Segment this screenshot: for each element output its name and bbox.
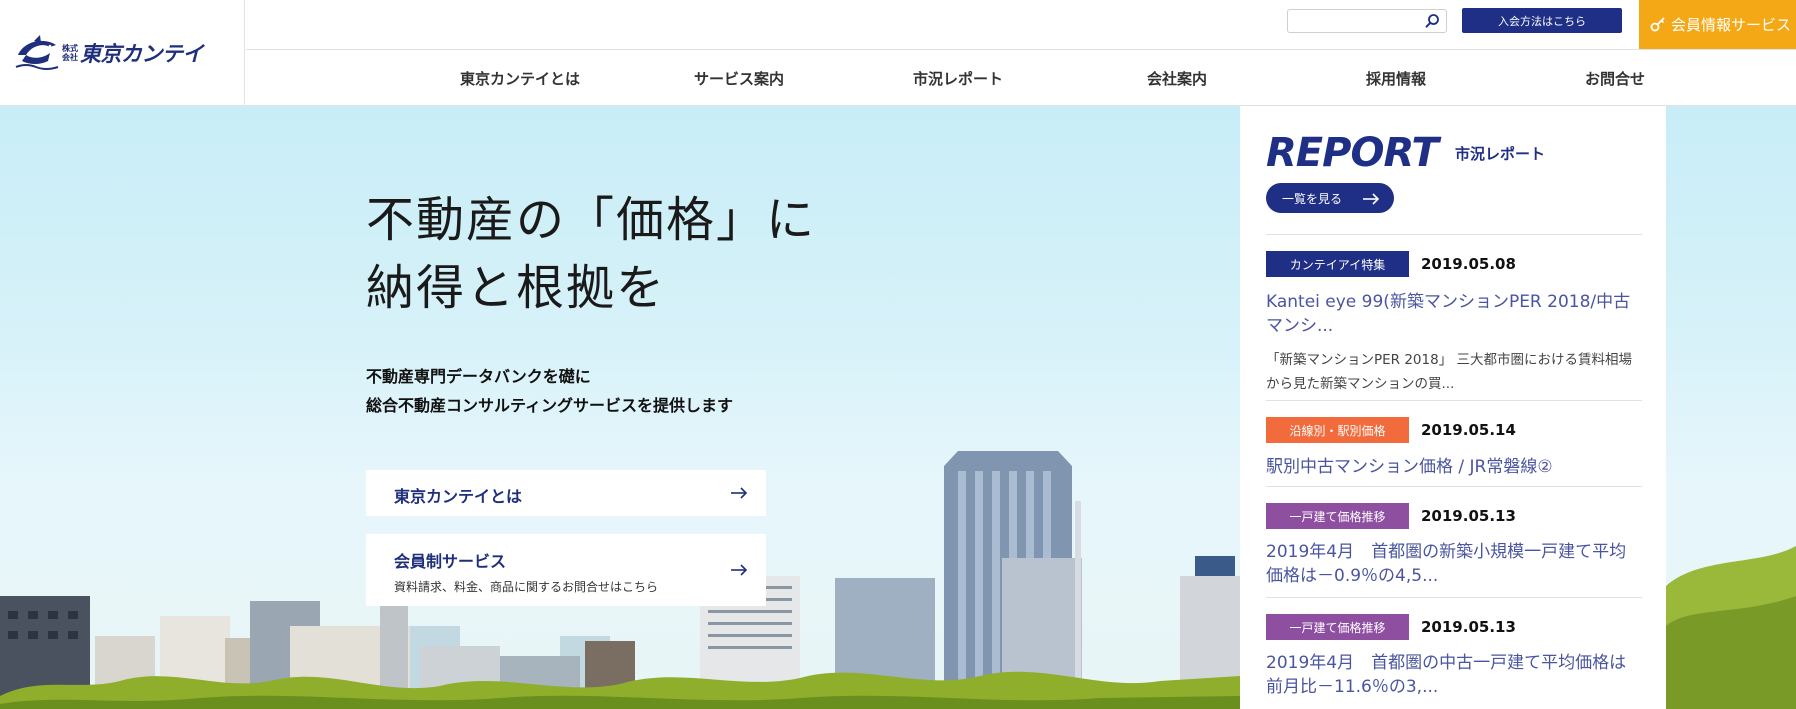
- hero-subtext: 不動産専門データバンクを礎に 総合不動産コンサルティングサービスを提供します: [366, 362, 733, 420]
- report-category-tag: 沿線別・駅別価格: [1266, 417, 1409, 443]
- report-title-link[interactable]: Kantei eye 99(新築マンションPER 2018/中古マンシ...: [1266, 290, 1642, 338]
- nav-item-about[interactable]: 東京カンテイとは: [440, 51, 600, 106]
- report-view-all-button[interactable]: 一覧を見る: [1266, 183, 1394, 213]
- report-category-tag: 一戸建て価格推移: [1266, 614, 1409, 640]
- nav-item-services[interactable]: サービス案内: [659, 51, 819, 106]
- arrow-right-icon: [731, 564, 748, 576]
- member-service-cta-desc: 資料請求、料金、商品に関するお問合せはこちら: [394, 580, 659, 594]
- report-subtitle: 市況レポート: [1455, 145, 1546, 163]
- site-header: 株式 会社 東京カンテイ 入会方法はこちら 会員情報サービス 東京カンテイとは …: [0, 0, 1796, 106]
- hero-headline: 不動産の「価格」に 納得と根拠を: [366, 186, 816, 322]
- nav-item-contact[interactable]: お問合せ: [1535, 51, 1695, 106]
- member-service-cta-label: 会員制サービス: [394, 552, 507, 571]
- hero-subtext-line2: 総合不動産コンサルティングサービスを提供します: [366, 396, 734, 415]
- about-cta-button[interactable]: 東京カンテイとは: [366, 470, 766, 516]
- arrow-right-icon: [731, 487, 748, 499]
- report-category-tag: カンテイアイ特集: [1266, 251, 1409, 277]
- magnifier-icon[interactable]: [1424, 13, 1440, 29]
- logo-prefix: 株式 会社: [62, 44, 78, 62]
- logo[interactable]: 株式 会社 東京カンテイ: [0, 0, 245, 106]
- dolphin-logo-icon: [15, 35, 59, 70]
- report-panel: REPORT 市況レポート 一覧を見る カンテイアイ特集 2019.05.08 …: [1240, 106, 1666, 709]
- key-icon: [1650, 16, 1665, 31]
- report-list-item[interactable]: 沿線別・駅別価格 2019.05.14 駅別中古マンション価格 / JR常磐線②: [1266, 400, 1642, 486]
- report-title-link[interactable]: 駅別中古マンション価格 / JR常磐線②: [1266, 455, 1642, 479]
- nav-item-company[interactable]: 会社案内: [1097, 51, 1257, 106]
- report-view-all-label: 一覧を見る: [1282, 191, 1343, 206]
- hero-headline-line2: 納得と根拠を: [366, 260, 667, 316]
- report-category-tag: 一戸建て価格推移: [1266, 503, 1409, 529]
- report-list-item[interactable]: カンテイアイ特集 2019.05.08 Kantei eye 99(新築マンショ…: [1266, 234, 1642, 400]
- report-excerpt: 「新築マンションPER 2018」 三大都市圏における賃料相場から見た新築マンシ…: [1266, 352, 1632, 392]
- nav-item-market-report[interactable]: 市況レポート: [878, 51, 1038, 106]
- logo-wordmark: 東京カンテイ: [80, 42, 204, 66]
- report-date: 2019.05.13: [1421, 618, 1516, 636]
- member-service-button[interactable]: 会員情報サービス: [1639, 0, 1796, 49]
- report-list-item[interactable]: 一戸建て価格推移 2019.05.13 2019年4月 首都圏の新築小規模一戸建…: [1266, 486, 1642, 597]
- member-service-cta-button[interactable]: 会員制サービス 資料請求、料金、商品に関するお問合せはこちら: [366, 534, 766, 606]
- report-title-link[interactable]: 2019年4月 首都圏の中古一戸建て平均価格は前月比－11.6％の3,...: [1266, 651, 1642, 699]
- nav-item-recruit[interactable]: 採用情報: [1316, 51, 1476, 106]
- utility-bar: 入会方法はこちら 会員情報サービス: [246, 0, 1796, 50]
- report-date: 2019.05.08: [1421, 255, 1516, 273]
- report-title: REPORT: [1266, 130, 1439, 176]
- search-input[interactable]: [1288, 10, 1418, 32]
- member-service-label: 会員情報サービス: [1671, 16, 1792, 34]
- about-cta-label: 東京カンテイとは: [394, 487, 523, 506]
- arrow-right-icon: [1363, 193, 1380, 205]
- report-date: 2019.05.14: [1421, 421, 1516, 439]
- search-box: [1287, 9, 1447, 33]
- hero-subtext-line1: 不動産専門データバンクを礎に: [366, 367, 591, 386]
- report-title-link[interactable]: 2019年4月 首都圏の新築小規模一戸建て平均価格は－0.9％の4,5...: [1266, 540, 1642, 588]
- report-list-item[interactable]: 一戸建て価格推移 2019.05.13 2019年4月 首都圏の中古一戸建て平均…: [1266, 597, 1642, 709]
- global-nav: 東京カンテイとは サービス案内 市況レポート 会社案内 採用情報 お問合せ: [246, 51, 1796, 106]
- report-date: 2019.05.13: [1421, 507, 1516, 525]
- logo-prefix-line1: 株式: [62, 44, 78, 53]
- hero-headline-line1: 不動産の「価格」に: [366, 192, 817, 248]
- logo-prefix-line2: 会社: [62, 53, 78, 62]
- join-method-button[interactable]: 入会方法はこちら: [1462, 8, 1622, 33]
